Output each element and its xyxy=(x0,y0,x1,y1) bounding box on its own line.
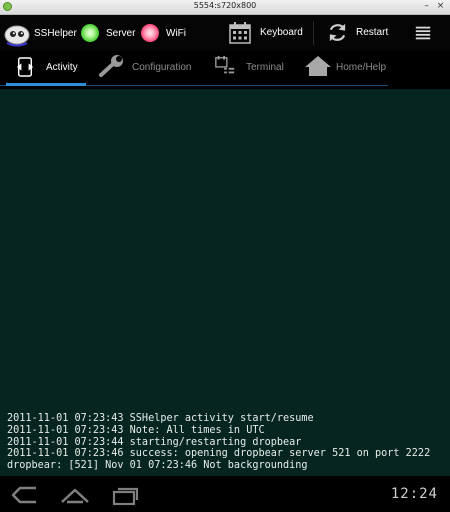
restart-label: Restart xyxy=(356,27,389,38)
wrench-icon xyxy=(99,55,123,77)
action-bar: SSHelper Server WiFi Keyboard Restart xyxy=(0,15,450,51)
wifi-status-icon[interactable] xyxy=(141,24,159,42)
wifi-label[interactable]: WiFi xyxy=(166,28,186,39)
app-title: SSHelper xyxy=(34,28,77,39)
activity-log: 2011-11-01 07:23:43 SSHelper activity st… xyxy=(0,89,450,476)
close-button[interactable]: × xyxy=(435,1,446,12)
keyboard-label: Keyboard xyxy=(260,27,303,38)
log-line: 2011-11-01 07:23:43 SSHelper activity st… xyxy=(7,413,314,425)
tab-configuration-label: Configuration xyxy=(132,62,192,73)
log-line: 2011-11-01 07:23:46 success: opening dro… xyxy=(7,448,431,460)
minimize-button[interactable]: – xyxy=(421,1,432,12)
tab-home-help[interactable]: Home/Help xyxy=(302,51,394,87)
tab-activity[interactable]: Activity xyxy=(8,51,90,87)
refresh-icon xyxy=(329,23,346,42)
restart-button[interactable]: Restart xyxy=(322,19,394,47)
device-screen: SSHelper Server WiFi Keyboard Restart Ac… xyxy=(0,15,450,512)
system-nav-bar: 12:24 xyxy=(0,476,450,512)
window-title: 5554:s720x800 xyxy=(193,1,257,10)
log-line: 2011-11-01 07:23:44 starting/restarting … xyxy=(7,436,302,448)
log-line: 2011-11-01 07:23:43 Note: All times in U… xyxy=(7,424,265,436)
server-label[interactable]: Server xyxy=(106,28,135,39)
overflow-menu-icon[interactable] xyxy=(414,24,432,42)
calendar-grid-icon xyxy=(229,22,251,44)
terminal-icon xyxy=(215,55,235,74)
action-divider xyxy=(313,21,314,45)
activity-icon xyxy=(16,57,34,77)
back-icon[interactable] xyxy=(10,484,40,506)
keyboard-button[interactable]: Keyboard xyxy=(226,19,306,47)
tab-configuration[interactable]: Configuration xyxy=(96,51,200,87)
tab-terminal-label: Terminal xyxy=(246,62,284,73)
status-clock: 12:24 xyxy=(390,486,438,502)
server-status-icon[interactable] xyxy=(81,24,99,42)
log-lines: 2011-11-01 07:23:43 SSHelper activity st… xyxy=(7,413,447,472)
tab-activity-label: Activity xyxy=(46,62,78,73)
window-titlebar: 5554:s720x800 – × xyxy=(0,0,450,15)
recent-apps-icon[interactable] xyxy=(110,484,140,506)
sshelper-logo-icon xyxy=(4,25,30,47)
tab-terminal[interactable]: Terminal xyxy=(212,51,294,87)
tab-home-help-label: Home/Help xyxy=(336,62,387,73)
log-line: dropbear: [521] Nov 01 07:23:46 Not back… xyxy=(7,460,308,472)
active-tab-indicator xyxy=(6,83,86,86)
tab-bar: Activity Configuration Terminal Home/Hel… xyxy=(0,51,450,89)
home-nav-icon[interactable] xyxy=(60,484,90,506)
home-icon xyxy=(305,56,331,76)
